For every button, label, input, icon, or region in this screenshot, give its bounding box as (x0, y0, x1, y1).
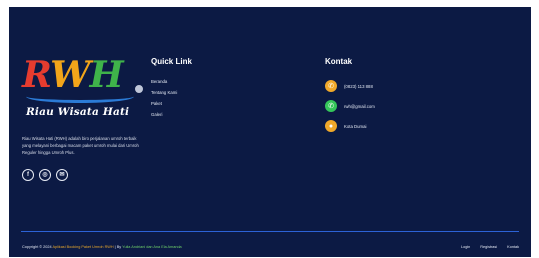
contact-email[interactable]: ✆ rwh@gmail.com (325, 96, 375, 116)
contact-email-text: rwh@gmail.com (344, 103, 375, 109)
social-links: f ◎ ✉ (22, 168, 152, 181)
quick-links-section: Quick Link Beranda Tentang Kami Paket Ga… (151, 57, 192, 120)
whatsapp-icon: ✆ (325, 100, 337, 112)
copyright-authors-link[interactable]: Yulia Andriani dan Ana Ela Amanda (122, 245, 182, 249)
logo-badge-icon (134, 84, 144, 94)
instagram-icon[interactable]: ◎ (39, 168, 51, 181)
facebook-icon[interactable]: f (22, 168, 34, 181)
copyright-prefix: Copyright © 2024 (22, 245, 52, 249)
rwh-logo[interactable]: RWH Riau Wisata Hati (22, 54, 147, 129)
contact-location[interactable]: ● Kota Dumai (325, 116, 375, 136)
contact-link[interactable]: Kontak (507, 245, 519, 249)
quick-link-tentang-kami[interactable]: Tentang Kami (151, 87, 192, 98)
contact-phone[interactable]: ✆ (0823) 113 888 (325, 76, 375, 96)
contact-phone-text: (0823) 113 888 (344, 83, 373, 89)
logo-arc (26, 90, 134, 103)
copyright-site-link[interactable]: Aplikasi Booking Paket Umroh RWH (52, 245, 113, 249)
quick-links-title: Quick Link (151, 57, 192, 66)
copyright-by: | By (114, 245, 122, 249)
quick-link-beranda[interactable]: Beranda (151, 76, 192, 87)
login-link[interactable]: Login (461, 245, 470, 249)
logo-subtitle: Riau Wisata Hati (26, 106, 130, 118)
footer-divider (21, 231, 519, 232)
copyright-text: Copyright © 2024 Aplikasi Booking Paket … (22, 245, 182, 249)
email-icon[interactable]: ✉ (56, 168, 68, 181)
brand-description: Riau Wisata Hati (RWH) adalah biro perja… (22, 136, 139, 156)
contact-section: Kontak ✆ (0823) 113 888 ✆ rwh@gmail.com … (325, 57, 375, 136)
quick-link-paket[interactable]: Paket (151, 98, 192, 109)
phone-icon: ✆ (325, 80, 337, 92)
contact-location-text: Kota Dumai (344, 123, 367, 129)
location-icon: ● (325, 120, 337, 132)
site-footer: RWH Riau Wisata Hati Riau Wisata Hati (R… (9, 7, 531, 257)
contact-title: Kontak (325, 57, 353, 66)
bottom-nav: Login Registrasi Kontak (461, 245, 519, 249)
brand-section: RWH Riau Wisata Hati Riau Wisata Hati (R… (22, 54, 152, 181)
register-link[interactable]: Registrasi (480, 245, 497, 249)
quick-link-galeri[interactable]: Galeri (151, 109, 192, 120)
